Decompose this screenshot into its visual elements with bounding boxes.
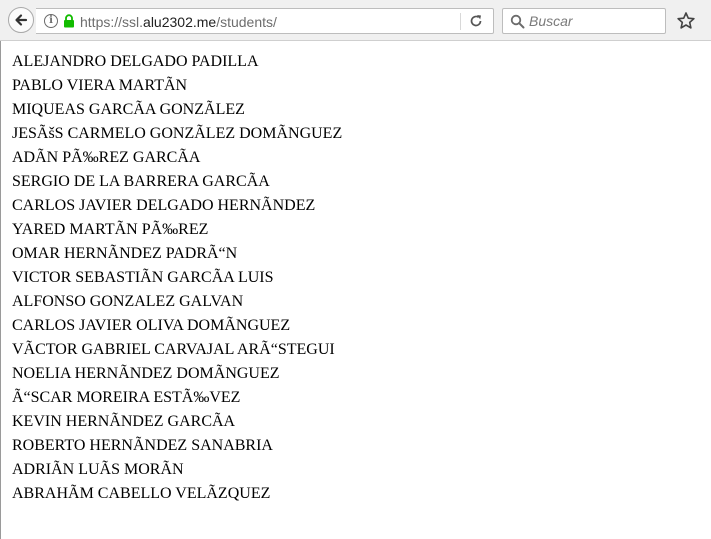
search-input[interactable]	[529, 11, 659, 31]
browser-toolbar: i https://ssl.alu2302.me/students/	[0, 0, 711, 41]
student-name: ALEJANDRO DELGADO PADILLA	[12, 53, 259, 70]
reload-icon[interactable]	[469, 14, 483, 28]
student-name: CARLOS JAVIER OLIVA DOMÃNGUEZ	[12, 317, 291, 334]
student-name: MIQUEAS GARCÃA GONZÃLEZ	[12, 101, 245, 118]
student-name: YARED MARTÃN PÃ‰REZ	[12, 221, 209, 238]
page-content: ALEJANDRO DELGADO PADILLA PABLO VIERA MA…	[0, 41, 711, 539]
back-arrow-icon	[15, 14, 28, 26]
search-box[interactable]	[502, 8, 666, 34]
back-button[interactable]	[8, 7, 34, 33]
url-bar-divider	[460, 13, 461, 30]
student-name: KEVIN HERNÃNDEZ GARCÃA	[12, 413, 236, 430]
url-text[interactable]: https://ssl.alu2302.me/students/	[80, 14, 277, 30]
bookmark-star-icon[interactable]	[676, 11, 696, 31]
student-name: ROBERTO HERNÃNDEZ SANABRIA	[12, 437, 273, 454]
url-scheme: https://ssl.	[80, 14, 144, 30]
student-name: SERGIO DE LA BARRERA GARCÃA	[12, 173, 270, 190]
url-path: /students/	[216, 14, 277, 30]
student-name: VÃCTOR GABRIEL CARVAJAL ARÃ“STEGUI	[12, 341, 335, 358]
student-name: VICTOR SEBASTIÃN GARCÃA LUIS	[12, 269, 274, 286]
student-name: ADRIÃN LUÃS MORÃN	[12, 461, 184, 478]
student-name: CARLOS JAVIER DELGADO HERNÃNDEZ	[12, 197, 316, 214]
student-name: JESÃšS CARMELO GONZÃLEZ DOMÃNGUEZ	[12, 125, 343, 142]
student-name: ABRAHÃM CABELLO VELÃZQUEZ	[12, 485, 271, 502]
lock-icon[interactable]	[63, 14, 75, 28]
search-icon	[510, 14, 525, 29]
student-name: OMAR HERNÃNDEZ PADRÃ“N	[12, 245, 238, 262]
student-name: ADÃN PÃ‰REZ GARCÃA	[12, 149, 201, 166]
student-name: PABLO VIERA MARTÃN	[12, 77, 188, 94]
address-bar[interactable]: i https://ssl.alu2302.me/students/	[36, 8, 494, 34]
info-icon[interactable]: i	[44, 14, 58, 28]
student-list: ALEJANDRO DELGADO PADILLA PABLO VIERA MA…	[12, 51, 342, 507]
student-name: Ã“SCAR MOREIRA ESTÃ‰VEZ	[12, 389, 241, 406]
student-name: NOELIA HERNÃNDEZ DOMÃNGUEZ	[12, 365, 280, 382]
url-host: alu2302.me	[143, 14, 217, 30]
student-name: ALFONSO GONZALEZ GALVAN	[12, 293, 244, 310]
